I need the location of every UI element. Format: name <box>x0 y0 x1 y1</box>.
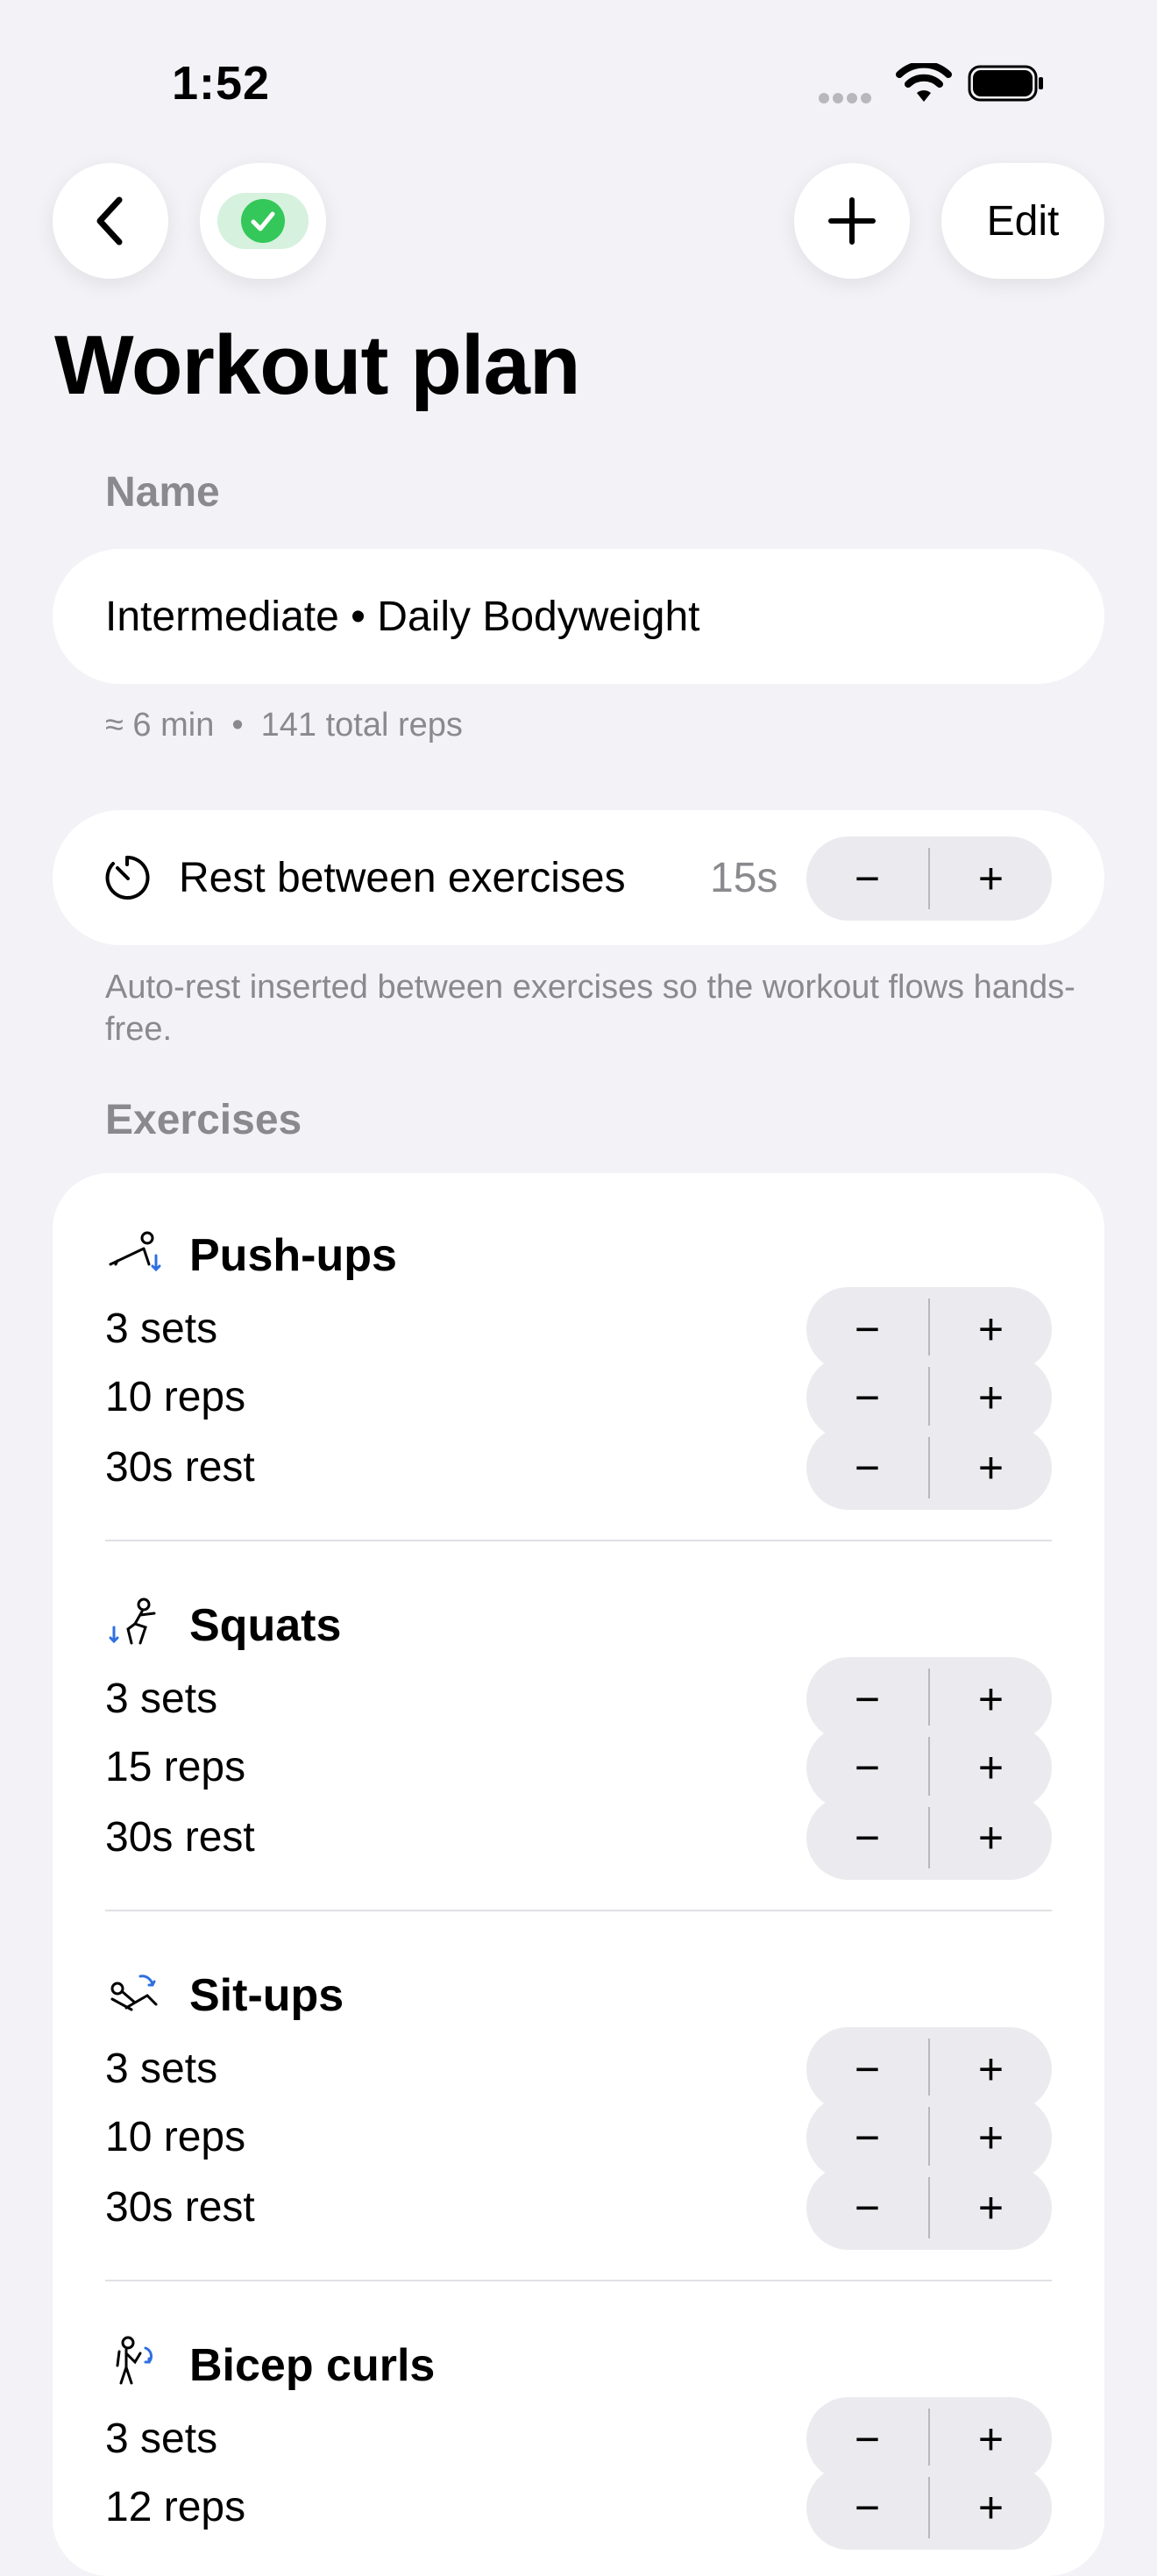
decrement-button[interactable]: − <box>806 2466 928 2550</box>
status-time: 1:52 <box>172 57 271 110</box>
decrement-button[interactable]: − <box>806 1426 928 1510</box>
plan-summary: ≈ 6 min • 141 total reps <box>105 707 463 744</box>
rest-label: 30s rest <box>105 1444 255 1491</box>
done-button[interactable] <box>200 163 326 279</box>
name-section-label: Name <box>105 469 220 516</box>
battery-icon <box>968 65 1043 102</box>
rest-label: 30s rest <box>105 2184 255 2231</box>
sets-label: 3 sets <box>105 2416 218 2462</box>
exercises-section-label: Exercises <box>105 1097 302 1143</box>
reps-label: 10 reps <box>105 2114 246 2160</box>
exercise-name: Bicep curls <box>189 2340 436 2391</box>
pushup-icon <box>109 1231 161 1272</box>
checkmark-circle-icon <box>241 199 285 243</box>
cellular-signal-icon <box>819 92 875 108</box>
rest-stepper[interactable]: − + <box>806 1426 1052 1510</box>
plan-name-field[interactable]: Intermediate • Daily Bodyweight <box>53 549 1104 684</box>
sets-label: 3 sets <box>105 1676 218 1722</box>
decrement-button[interactable]: − <box>806 1796 928 1880</box>
increment-button[interactable]: + <box>930 836 1052 921</box>
add-exercise-button[interactable] <box>794 163 910 279</box>
squat-icon <box>109 1598 156 1645</box>
increment-button[interactable]: + <box>930 2166 1052 2250</box>
exercise-name: Squats <box>189 1600 342 1651</box>
exercise-divider <box>105 2280 1052 2281</box>
rest-hint: Auto-rest inserted between exercises so … <box>105 969 1075 1048</box>
rest-stepper[interactable]: − + <box>806 2166 1052 2250</box>
decrement-button[interactable]: − <box>806 836 928 921</box>
decrement-button[interactable]: − <box>806 2166 928 2250</box>
reps-stepper[interactable]: − + <box>806 2466 1052 2550</box>
chevron-left-icon <box>96 196 123 246</box>
exercise-divider <box>105 1910 1052 1911</box>
wifi-icon <box>896 63 952 102</box>
plan-name-value: Intermediate • Daily Bodyweight <box>105 593 700 640</box>
back-button[interactable] <box>53 163 168 279</box>
total-reps: 141 total reps <box>260 707 463 744</box>
reps-label: 12 reps <box>105 2484 246 2530</box>
increment-button[interactable]: + <box>930 2466 1052 2550</box>
exercise-divider <box>105 1540 1052 1541</box>
edit-button[interactable]: Edit <box>941 163 1104 279</box>
duration-estimate: ≈ 6 min <box>105 707 215 744</box>
plus-icon <box>828 197 876 245</box>
rest-stepper[interactable]: − + <box>806 1796 1052 1880</box>
reps-label: 15 reps <box>105 1744 246 1790</box>
bicep-curl-icon <box>116 2336 153 2385</box>
rest-between-label: Rest between exercises <box>179 855 626 901</box>
page-title: Workout plan <box>54 318 581 412</box>
sets-label: 3 sets <box>105 2046 218 2092</box>
reps-label: 10 reps <box>105 1374 246 1420</box>
rest-between-stepper[interactable]: − + <box>806 836 1052 921</box>
rest-label: 30s rest <box>105 1814 255 1861</box>
rest-between-value: 15s <box>710 855 778 901</box>
exercise-name: Push-ups <box>189 1230 397 1281</box>
timer-icon <box>105 855 150 900</box>
situp-icon <box>110 1975 158 2011</box>
exercise-name: Sit-ups <box>189 1970 344 2021</box>
increment-button[interactable]: + <box>930 1426 1052 1510</box>
increment-button[interactable]: + <box>930 1796 1052 1880</box>
summary-separator: • <box>231 707 244 744</box>
sets-label: 3 sets <box>105 1306 218 1352</box>
